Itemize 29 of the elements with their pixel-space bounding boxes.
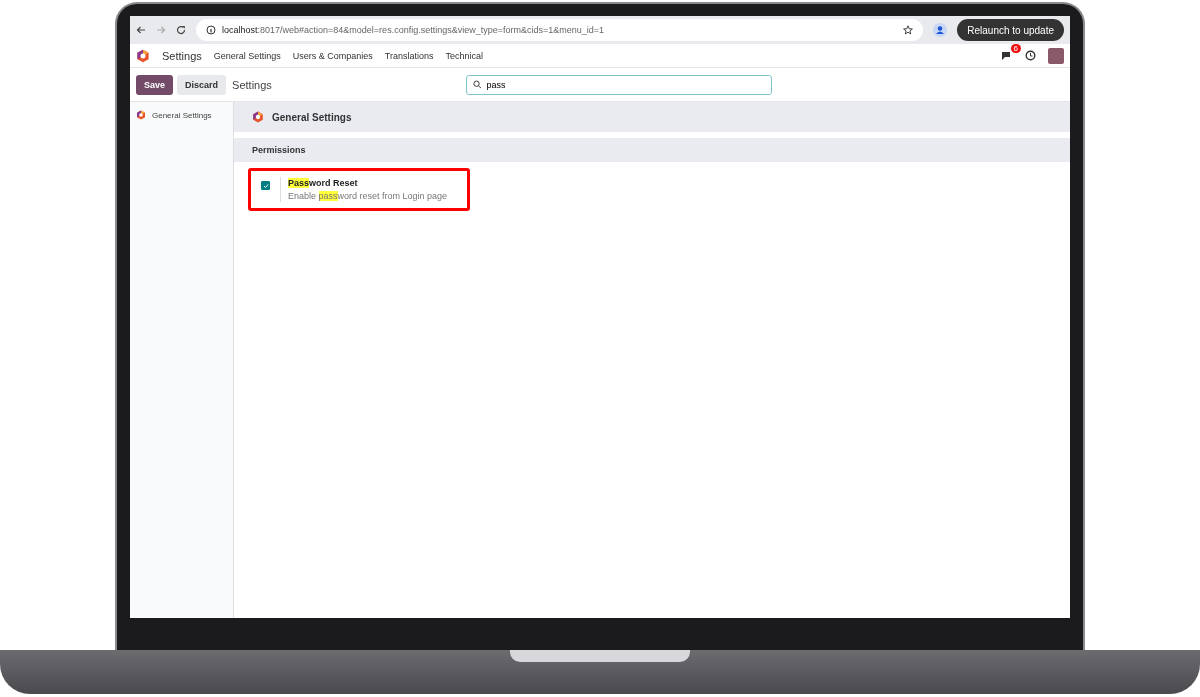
reload-icon[interactable] <box>176 25 186 35</box>
star-icon[interactable] <box>903 25 914 35</box>
back-icon[interactable] <box>136 25 146 35</box>
address-bar[interactable]: localhost:8017/web#action=84&model=res.config.settings&view_type=form&cids=1&menu_id=1 <box>196 19 924 41</box>
user-avatar[interactable] <box>1048 47 1064 64</box>
menu-item[interactable]: Technical <box>445 50 484 61</box>
save-button[interactable]: Save <box>136 74 174 95</box>
discard-button[interactable]: Discard <box>177 74 227 95</box>
app-logo-icon <box>136 48 150 63</box>
relaunch-button[interactable]: Relaunch to update <box>957 19 1064 41</box>
menu-item[interactable]: General Settings <box>213 50 281 61</box>
search-icon <box>472 80 482 89</box>
message-count: 6 <box>1010 43 1021 53</box>
menu-item[interactable]: Translations <box>384 50 434 61</box>
profile-icon[interactable] <box>933 23 948 37</box>
app-title[interactable]: Settings <box>162 49 202 62</box>
chat-icon[interactable] <box>1001 50 1013 61</box>
info-icon <box>206 25 216 35</box>
app-logo-icon <box>136 110 146 120</box>
sidebar-item[interactable]: General Settings <box>134 108 229 122</box>
app-logo-icon <box>252 111 264 123</box>
menu-item[interactable]: Users & Companies <box>292 50 373 61</box>
breadcrumb: Settings <box>232 78 272 91</box>
checkbox[interactable] <box>261 181 270 190</box>
section-header: Permissions <box>234 138 1070 162</box>
url-text: localhost:8017/web#action=84&model=res.config.settings&view_type=form&cids=1&menu_id=1 <box>222 25 604 35</box>
search-box[interactable]: pass <box>465 74 772 95</box>
clock-icon[interactable] <box>1025 50 1036 61</box>
app-header-title: General Settings <box>272 111 352 123</box>
